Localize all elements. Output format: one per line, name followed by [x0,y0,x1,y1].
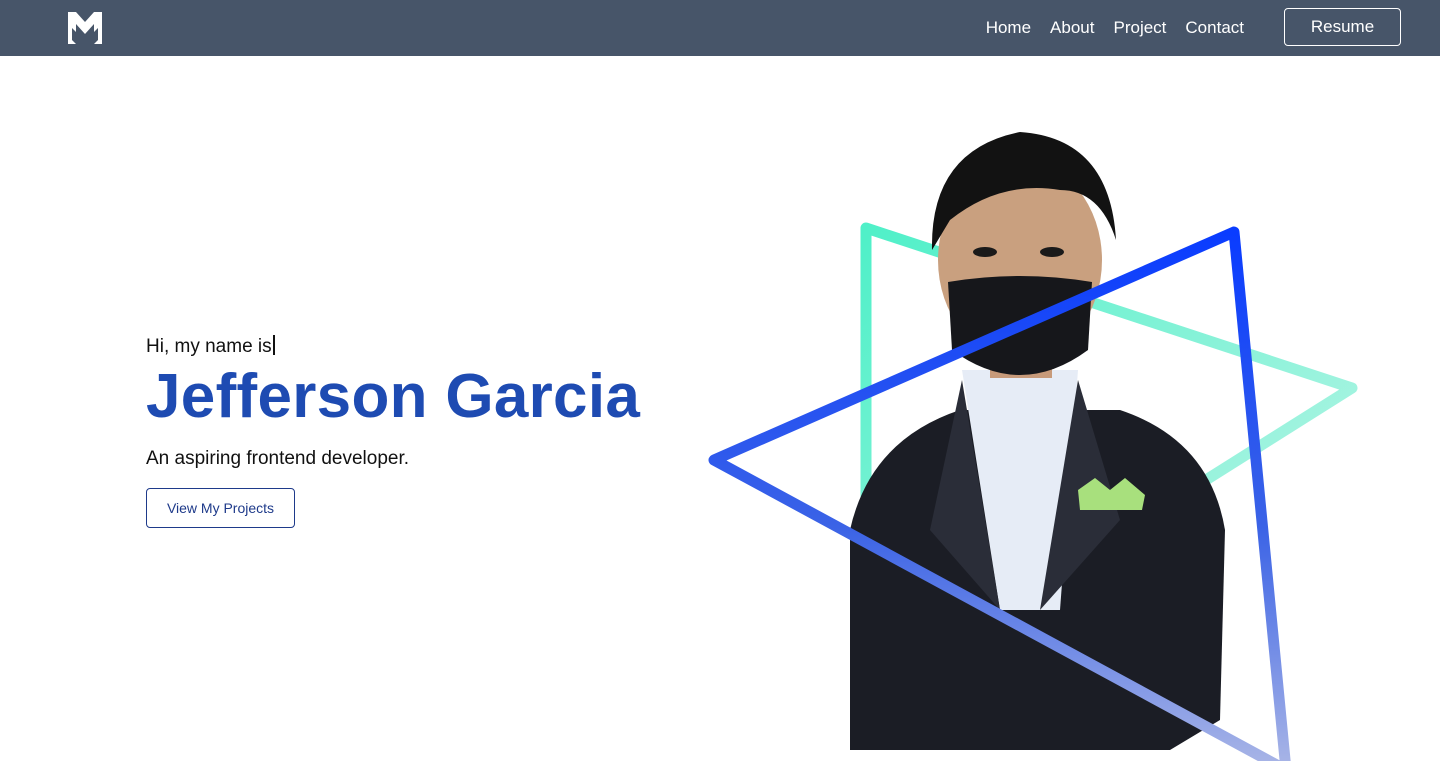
typing-caret [272,335,275,355]
portrait-photo [850,132,1225,750]
logo-icon[interactable] [66,10,104,46]
nav-links: Home About Project Contact [986,0,1244,56]
nav-link-contact[interactable]: Contact [1185,18,1244,38]
nav-link-about[interactable]: About [1050,18,1094,38]
hero-text: Hi, my name is Jefferson Garcia An aspir… [146,334,640,528]
nav-link-project[interactable]: Project [1113,18,1166,38]
greeting-text: Hi, my name is [146,336,272,357]
nav-link-home[interactable]: Home [986,18,1031,38]
hero-illustration [708,132,1358,761]
hero-name: Jefferson Garcia [146,362,641,431]
navbar: Home About Project Contact Resume [0,0,1440,56]
resume-button[interactable]: Resume [1284,8,1401,46]
view-projects-button[interactable]: View My Projects [146,488,295,528]
greeting-line: Hi, my name is [146,334,640,360]
hero-tagline: An aspiring frontend developer. [146,448,410,469]
